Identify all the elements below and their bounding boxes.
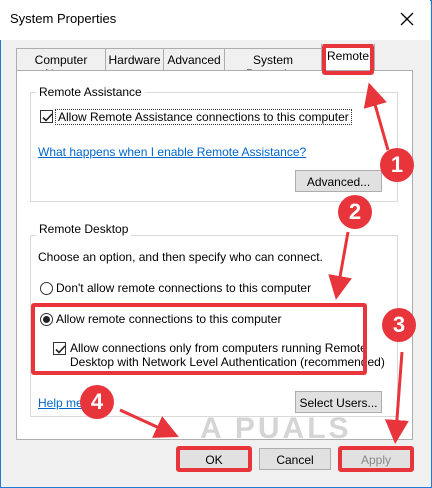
arrow-3-icon bbox=[384, 351, 409, 444]
badge-4: 4 bbox=[80, 385, 114, 419]
arrow-4-icon bbox=[119, 408, 179, 438]
annotation-arrows bbox=[119, 82, 409, 444]
arrow-2-icon bbox=[328, 231, 352, 300]
badge-3: 3 bbox=[382, 308, 416, 342]
arrow-1-icon bbox=[363, 82, 390, 151]
badge-2: 2 bbox=[338, 195, 372, 229]
badge-1: 1 bbox=[380, 148, 414, 182]
